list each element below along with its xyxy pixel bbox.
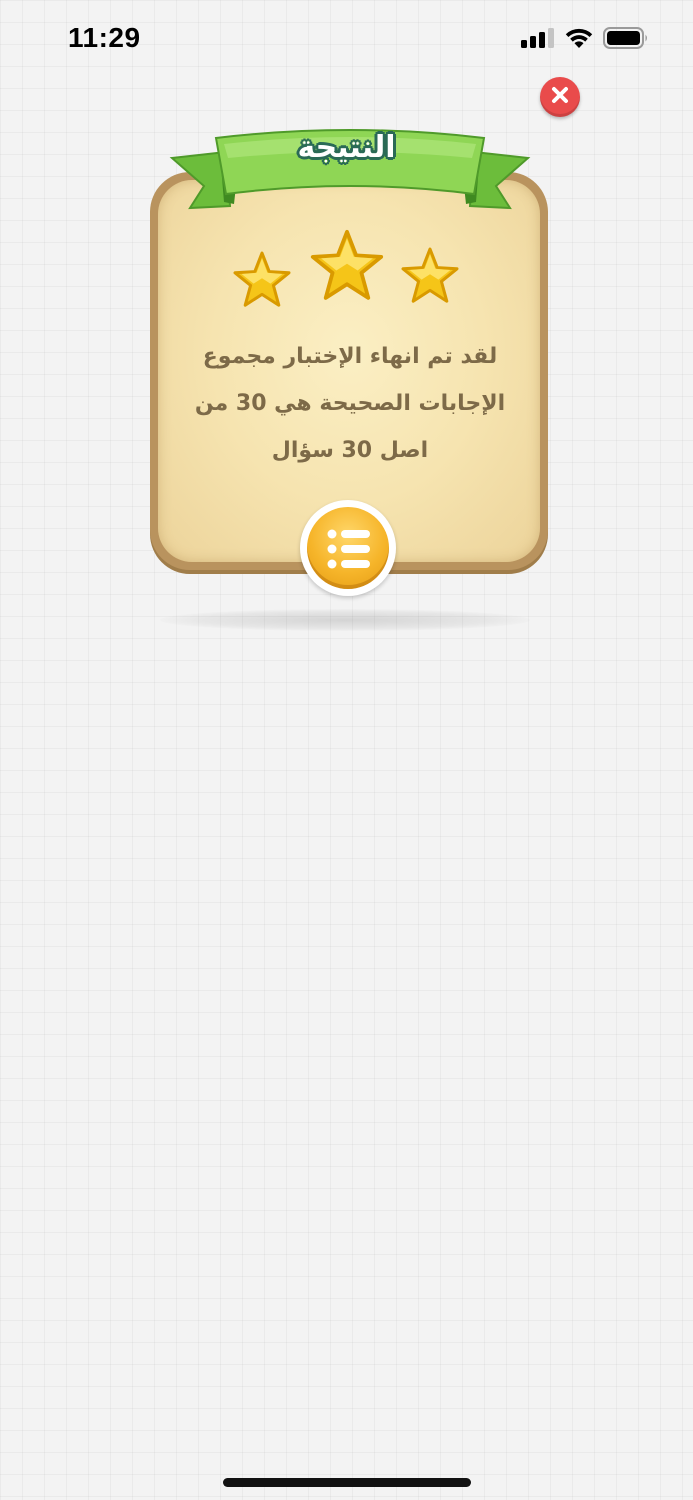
card-shadow <box>160 609 530 631</box>
stars-rating <box>0 0 693 307</box>
star-icon-right <box>401 247 459 303</box>
close-icon <box>551 86 569 108</box>
battery-icon <box>603 27 649 53</box>
star-icon-left <box>233 251 291 307</box>
status-icons <box>521 27 649 53</box>
signal-icon <box>521 27 555 53</box>
home-indicator[interactable] <box>223 1478 471 1487</box>
answers-list-button[interactable] <box>300 500 396 596</box>
star-icon-center <box>310 229 384 300</box>
wifi-icon <box>565 27 593 53</box>
close-button[interactable] <box>540 77 580 117</box>
status-time: 11:29 <box>68 22 141 53</box>
result-message: لقد تم انهاء الإختبار مجموع الإجابات الص… <box>194 344 506 463</box>
status-bar: 11:29 <box>0 0 693 80</box>
answers-list-button-face <box>307 507 389 589</box>
result-title: النتيجة <box>297 130 396 165</box>
list-icon <box>327 529 371 573</box>
